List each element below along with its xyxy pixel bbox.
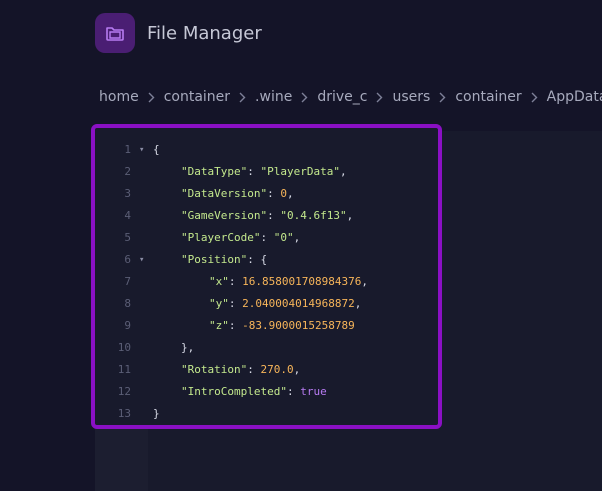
code-text: "PlayerCode": "0",: [181, 227, 300, 249]
line-number: 1: [124, 143, 131, 156]
code-line[interactable]: 13}: [95, 403, 438, 425]
token-key: "z": [209, 319, 229, 332]
token-punct: :: [228, 275, 243, 288]
token-num: 16.858001708984376: [242, 275, 362, 288]
breadcrumb-item[interactable]: home: [99, 89, 139, 105]
line-number: 13: [117, 407, 131, 420]
folder-icon[interactable]: [95, 13, 135, 53]
token-punct: },: [181, 341, 195, 354]
token-key: "IntroCompleted": [181, 385, 287, 398]
chevron-right-icon: [239, 92, 246, 103]
chevron-right-icon: [531, 92, 538, 103]
breadcrumb-item[interactable]: AppData: [547, 89, 602, 105]
token-key: "x": [209, 275, 229, 288]
chevron-right-icon: [301, 92, 308, 103]
code-line[interactable]: 7 "x": 16.858001708984376,: [95, 271, 438, 293]
code-line[interactable]: 5 "PlayerCode": "0",: [95, 227, 438, 249]
code-line[interactable]: 1 ▾ {: [95, 139, 438, 161]
code-line[interactable]: 11 "Rotation": 270.0,: [95, 359, 438, 381]
token-key: "DataVersion": [181, 187, 268, 200]
code-text: "y": 2.040004014968872,: [209, 293, 361, 315]
token-str: "0": [273, 231, 294, 244]
breadcrumb: home container .wine drive_c users container A…: [99, 89, 602, 105]
line-number: 6: [124, 253, 131, 266]
token-str: "PlayerData": [260, 165, 340, 178]
token-key: "DataType": [181, 165, 248, 178]
code-line[interactable]: 6 ▾ "Position": {: [95, 249, 438, 271]
token-punct: :: [228, 319, 243, 332]
code-line[interactable]: 8 "y": 2.040004014968872,: [95, 293, 438, 315]
token-num: 0: [280, 187, 287, 200]
code-text: {: [153, 139, 160, 161]
token-num: 270.0: [260, 363, 294, 376]
chevron-right-icon: [148, 92, 155, 103]
line-number: 11: [117, 363, 131, 376]
token-punct: ,: [339, 165, 347, 178]
breadcrumb-item[interactable]: .wine: [255, 89, 292, 105]
token-key: "GameVersion": [181, 209, 268, 222]
token-str: "0.4.6f13": [280, 209, 347, 222]
token-punct: ,: [293, 231, 301, 244]
token-punct: }: [153, 407, 160, 420]
token-bool: true: [300, 385, 327, 398]
code-text: "Rotation": 270.0,: [181, 359, 300, 381]
token-key: "Rotation": [181, 363, 248, 376]
breadcrumb-item[interactable]: users: [392, 89, 430, 105]
code-text: }: [153, 403, 160, 425]
breadcrumb-item[interactable]: container: [455, 89, 521, 105]
token-punct: ,: [293, 363, 301, 376]
token-punct: ,: [286, 187, 294, 200]
code-line[interactable]: 12 "IntroCompleted": true: [95, 381, 438, 403]
code-line[interactable]: 10},: [95, 337, 438, 359]
line-number: 10: [117, 341, 131, 354]
token-punct: :: [267, 209, 281, 222]
code-text: "Position": {: [181, 249, 267, 271]
code-line[interactable]: 9 "z": -83.9000015258789: [95, 315, 438, 337]
app-title: File Manager: [147, 22, 262, 44]
code-line[interactable]: 2 "DataType": "PlayerData",: [95, 161, 438, 183]
code-text: "DataType": "PlayerData",: [181, 161, 347, 183]
line-number: 12: [117, 385, 131, 398]
token-punct: :: [286, 385, 301, 398]
fold-toggle-icon[interactable]: ▾: [139, 139, 144, 161]
code-text: "x": 16.858001708984376,: [209, 271, 368, 293]
token-punct: :: [247, 363, 261, 376]
app-header: File Manager: [95, 12, 262, 54]
line-number: 8: [124, 297, 131, 310]
token-punct: ,: [354, 297, 362, 310]
code-editor-highlight[interactable]: 1 ▾ {2 "DataType": "PlayerData", 3 "DataVersi…: [91, 124, 442, 429]
code-text: "DataVersion": 0,: [181, 183, 294, 205]
code-line[interactable]: 4 "GameVersion": "0.4.6f13",: [95, 205, 438, 227]
line-number: 4: [124, 209, 131, 222]
token-punct: : {: [247, 253, 268, 266]
token-key: "y": [209, 297, 229, 310]
token-punct: ,: [361, 275, 368, 288]
token-punct: ,: [346, 209, 354, 222]
line-number: 3: [124, 187, 131, 200]
token-punct: :: [228, 297, 243, 310]
line-number: 7: [124, 275, 131, 288]
code-text: "GameVersion": "0.4.6f13",: [181, 205, 353, 227]
breadcrumb-item[interactable]: drive_c: [317, 89, 367, 105]
line-number: 5: [124, 231, 131, 244]
code-text: "IntroCompleted": true: [181, 381, 327, 403]
code-line[interactable]: 3 "DataVersion": 0,: [95, 183, 438, 205]
code-text: },: [181, 337, 194, 359]
token-num: 2.040004014968872: [242, 297, 355, 310]
chevron-right-icon: [439, 92, 446, 103]
token-key: "Position": [181, 253, 248, 266]
code-text: "z": -83.9000015258789: [209, 315, 355, 337]
line-number: 2: [124, 165, 131, 178]
line-number: 9: [124, 319, 131, 332]
token-num: -83.9000015258789: [242, 319, 355, 332]
breadcrumb-item[interactable]: container: [164, 89, 230, 105]
token-punct: :: [267, 187, 281, 200]
token-key: "PlayerCode": [181, 231, 261, 244]
token-punct: :: [260, 231, 274, 244]
token-punct: {: [153, 143, 160, 156]
token-punct: :: [247, 165, 261, 178]
fold-toggle-icon[interactable]: ▾: [139, 249, 144, 271]
chevron-right-icon: [376, 92, 383, 103]
